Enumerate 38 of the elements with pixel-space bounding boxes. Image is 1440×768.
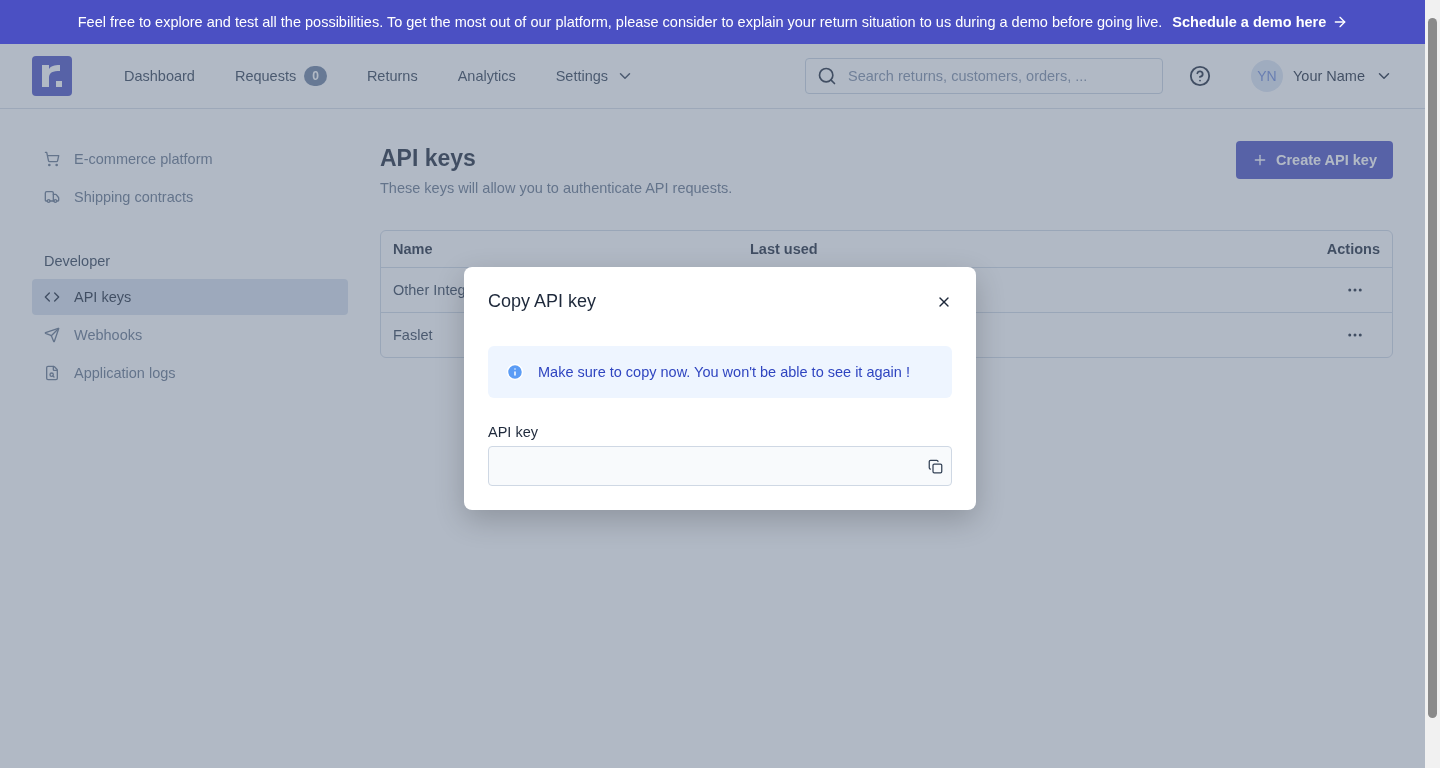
user-name: Your Name bbox=[1293, 68, 1365, 84]
sidebar-item[interactable]: Webhooks bbox=[32, 317, 348, 353]
alert-text: Make sure to copy now. You won't be able to see it again ! bbox=[538, 364, 910, 380]
nav-link[interactable]: Returns bbox=[366, 68, 418, 84]
sidebar-item[interactable]: Application logs bbox=[32, 355, 348, 391]
field-label: API key bbox=[488, 424, 539, 440]
column-header: Actions bbox=[1325, 241, 1380, 257]
nav-link[interactable]: Analytics bbox=[457, 68, 516, 84]
send-icon bbox=[44, 327, 60, 343]
sidebar-item[interactable]: Shipping contracts bbox=[32, 179, 348, 215]
sidebar-item[interactable]: API keys bbox=[32, 279, 348, 315]
nav-link[interactable]: Settings bbox=[555, 67, 635, 85]
sidebar-heading: Developer bbox=[43, 253, 112, 271]
page-title: API keys bbox=[380, 145, 477, 172]
page-subtitle: These keys will allow you to authenticate API requests. bbox=[380, 180, 733, 196]
logo-icon[interactable] bbox=[32, 56, 72, 96]
banner-link[interactable]: Schedule a demo here bbox=[1172, 14, 1349, 30]
api-key-field[interactable] bbox=[488, 446, 952, 486]
banner-text: Feel free to explore and test all the possibilities. To get the most out of our platform, please consider to explain your return situation to us during a demo before going live. bbox=[77, 14, 1163, 30]
create-api-key-button[interactable]: Create API key bbox=[1235, 141, 1393, 179]
search-icon bbox=[817, 66, 837, 86]
table-cell-text: Faslet bbox=[393, 327, 434, 343]
nav-link[interactable]: Dashboard bbox=[124, 68, 195, 84]
copy-icon[interactable] bbox=[928, 458, 943, 474]
count-badge: 0 bbox=[304, 66, 327, 86]
sidebar-item[interactable]: E-commerce platform bbox=[32, 141, 348, 177]
cart-icon bbox=[44, 151, 60, 167]
column-header: Name bbox=[393, 241, 434, 257]
truck-icon bbox=[44, 189, 60, 205]
nav-link[interactable]: Requests 0 bbox=[234, 66, 327, 86]
column-header: Last used bbox=[750, 241, 819, 257]
search-field[interactable]: Search returns, customers, orders, ... bbox=[805, 58, 1163, 94]
code-icon bbox=[44, 289, 60, 305]
scrollbar[interactable] bbox=[1425, 0, 1440, 768]
help-icon[interactable] bbox=[1189, 65, 1211, 87]
info-icon bbox=[506, 363, 524, 381]
dialog-title: Copy API key bbox=[488, 291, 597, 312]
file-search-icon bbox=[44, 365, 60, 381]
